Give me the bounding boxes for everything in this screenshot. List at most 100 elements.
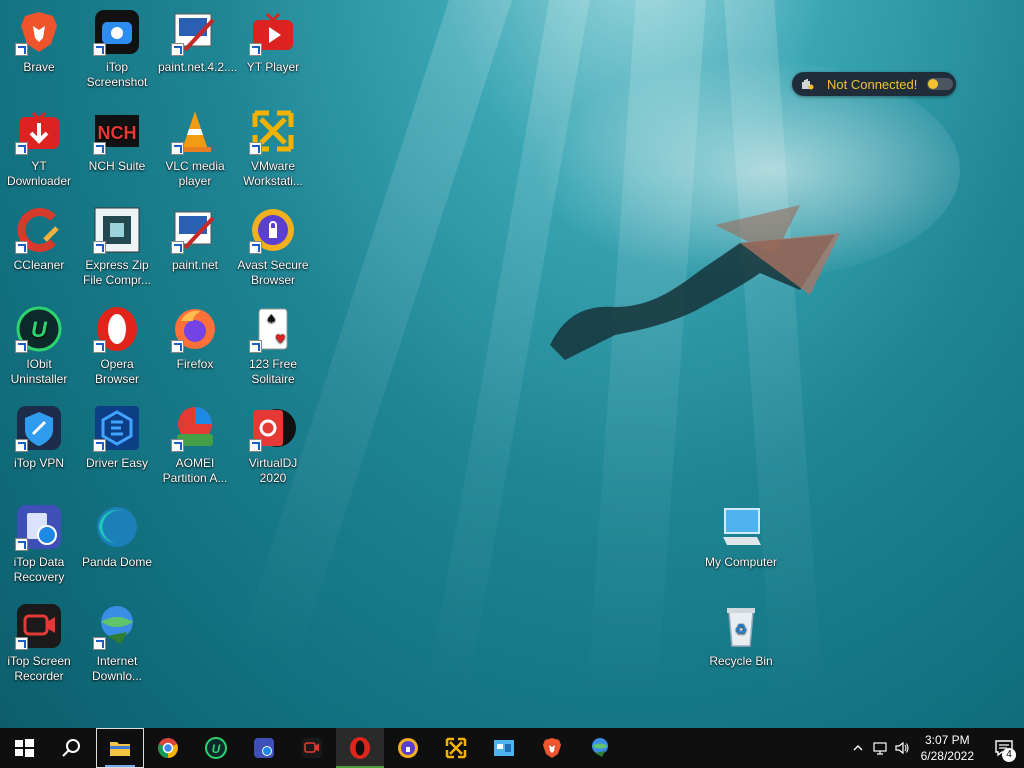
taskbar-vmware[interactable] (432, 728, 480, 768)
desktop-icon-paint-net[interactable]: paint.net (158, 206, 232, 273)
desktop-icon-label: Driver Easy (85, 456, 148, 470)
clock-date: 6/28/2022 (920, 749, 974, 763)
itop-data-recovery-icon (254, 738, 274, 758)
desktop-icon-virtualdj[interactable]: VirtualDJ 2020 (236, 404, 310, 486)
svg-text:U: U (31, 317, 48, 342)
desktop-icon-label: Opera Browser (94, 357, 139, 386)
desktop-icon-label: iTop Screenshot (86, 60, 148, 89)
avast-browser-icon (398, 738, 418, 758)
search-icon (62, 739, 80, 757)
desktop-icon-label: NCH Suite (88, 159, 146, 173)
desktop-icon-itop-screenshot[interactable]: iTop Screenshot (80, 8, 154, 90)
desktop-icon-vmware[interactable]: VMware Workstati... (236, 107, 310, 189)
taskbar-iobit-uninstaller[interactable]: U (192, 728, 240, 768)
shortcut-arrow-icon (93, 340, 106, 353)
shortcut-arrow-icon (249, 142, 262, 155)
desktop-icon-label: CCleaner (13, 258, 65, 272)
desktop-icon-label: iTop Data Recovery (13, 555, 65, 584)
svg-text:♥: ♥ (275, 332, 286, 346)
iobit-uninstaller-icon: U (205, 737, 227, 759)
taskbar-control-panel[interactable] (480, 728, 528, 768)
desktop-icon-label: 123 Free Solitaire (248, 357, 298, 386)
desktop-icon-avast[interactable]: Avast Secure Browser (236, 206, 310, 288)
desktop-icon-driver-easy[interactable]: Driver Easy (80, 404, 154, 471)
vpn-status-text: Not Connected! (827, 76, 918, 92)
desktop-icon-paint-net-42[interactable]: paint.net.4.2.... (158, 8, 238, 75)
desktop-icon-ccleaner[interactable]: CCleaner (2, 206, 76, 273)
desktop-icon-label: paint.net.4.2.... (158, 60, 238, 74)
action-center-button[interactable]: 4 (984, 728, 1024, 768)
shortcut-arrow-icon (171, 43, 184, 56)
desktop-icon-firefox[interactable]: Firefox (158, 305, 232, 372)
desktop-icon-label: My Computer (704, 555, 778, 569)
desktop-icon-label: iTop VPN (13, 456, 65, 470)
desktop-icon-express-zip[interactable]: Express Zip File Compr... (80, 206, 154, 288)
desktop-icon-yt-player[interactable]: YT Player (236, 8, 310, 75)
desktop-icon-label: iTop Screen Recorder (7, 654, 71, 683)
taskbar-internet-download-manager[interactable] (576, 728, 624, 768)
svg-text:U: U (212, 742, 221, 756)
svg-text:NCH: NCH (98, 123, 137, 143)
desktop-icon-label: VMware Workstati... (243, 159, 303, 188)
shortcut-arrow-icon (171, 241, 184, 254)
desktop-icon-solitaire[interactable]: ♠ ♥ 123 Free Solitaire (236, 305, 310, 387)
taskbar-file-explorer[interactable] (96, 728, 144, 768)
desktop-icon-recycle-bin[interactable]: ♻ Recycle Bin (700, 602, 782, 669)
shortcut-arrow-icon (249, 439, 262, 452)
vpn-status-widget[interactable]: Not Connected! (792, 72, 956, 96)
start-button[interactable] (0, 728, 48, 768)
tray-network-button[interactable] (869, 728, 891, 768)
taskbar-brave[interactable] (528, 728, 576, 768)
shortcut-arrow-icon (171, 340, 184, 353)
desktop-icon-label: Avast Secure Browser (237, 258, 309, 287)
shortcut-arrow-icon (15, 439, 28, 452)
chrome-icon (158, 738, 178, 758)
taskbar-opera[interactable] (336, 728, 384, 768)
shortcut-arrow-icon (249, 241, 262, 254)
shortcut-arrow-icon (93, 637, 106, 650)
taskbar-avast-browser[interactable] (384, 728, 432, 768)
panda-dome-icon (97, 507, 137, 547)
shortcut-arrow-icon (15, 538, 28, 551)
desktop-icon-nch-suite[interactable]: NCH NCH Suite (80, 107, 154, 174)
vpn-toggle[interactable] (927, 78, 954, 90)
desktop-icon-yt-downloader[interactable]: YT Downloader (2, 107, 76, 189)
shortcut-arrow-icon (93, 241, 106, 254)
system-tray: 3:07 PM 6/28/2022 4 (847, 728, 1024, 768)
desktop-icon-label: Internet Downlo... (91, 654, 143, 683)
desktop-icon-aomei[interactable]: AOMEI Partition A... (158, 404, 232, 486)
diver-silhouette (550, 205, 840, 360)
desktop-icon-itop-vpn[interactable]: iTop VPN (2, 404, 76, 471)
recycle-bin-icon: ♻ (727, 608, 755, 647)
control-panel-icon (494, 740, 514, 756)
svg-text:♠: ♠ (266, 312, 277, 326)
taskbar-chrome[interactable] (144, 728, 192, 768)
desktop-icon-label: AOMEI Partition A... (162, 456, 228, 485)
shortcut-arrow-icon (249, 340, 262, 353)
desktop-icon-brave[interactable]: Brave (2, 8, 76, 75)
tray-volume-button[interactable] (891, 728, 913, 768)
desktop-icon-my-computer[interactable]: My Computer (700, 503, 782, 570)
tray-show-hidden-button[interactable] (847, 728, 869, 768)
vmware-icon (445, 737, 467, 759)
desktop-icon-iobit-uninstaller[interactable]: U IObit Uninstaller (2, 305, 76, 387)
shortcut-arrow-icon (249, 43, 262, 56)
desktop-icon-label: Firefox (176, 357, 214, 371)
taskbar-itop-data-recovery[interactable] (240, 728, 288, 768)
search-button[interactable] (48, 728, 96, 768)
desktop-icon-label: paint.net (171, 258, 219, 272)
desktop-icon-vlc[interactable]: VLC media player (158, 107, 232, 189)
desktop-icon-panda-dome[interactable]: Panda Dome (80, 503, 154, 570)
desktop-icon-itop-screen-recorder[interactable]: iTop Screen Recorder (2, 602, 76, 684)
desktop-icon-itop-data-recovery[interactable]: iTop Data Recovery (2, 503, 76, 585)
chevron-up-icon (853, 745, 863, 751)
taskbar-itop-screen-recorder[interactable] (288, 728, 336, 768)
desktop-icon-opera[interactable]: Opera Browser (80, 305, 154, 387)
shortcut-arrow-icon (15, 637, 28, 650)
desktop-icon-label: Brave (23, 60, 55, 74)
taskbar-clock[interactable]: 3:07 PM 6/28/2022 (921, 732, 974, 764)
shortcut-arrow-icon (93, 43, 106, 56)
computer-monitor-icon (723, 508, 761, 545)
svg-text:♻: ♻ (735, 622, 748, 638)
desktop-icon-internet-download[interactable]: Internet Downlo... (80, 602, 154, 684)
